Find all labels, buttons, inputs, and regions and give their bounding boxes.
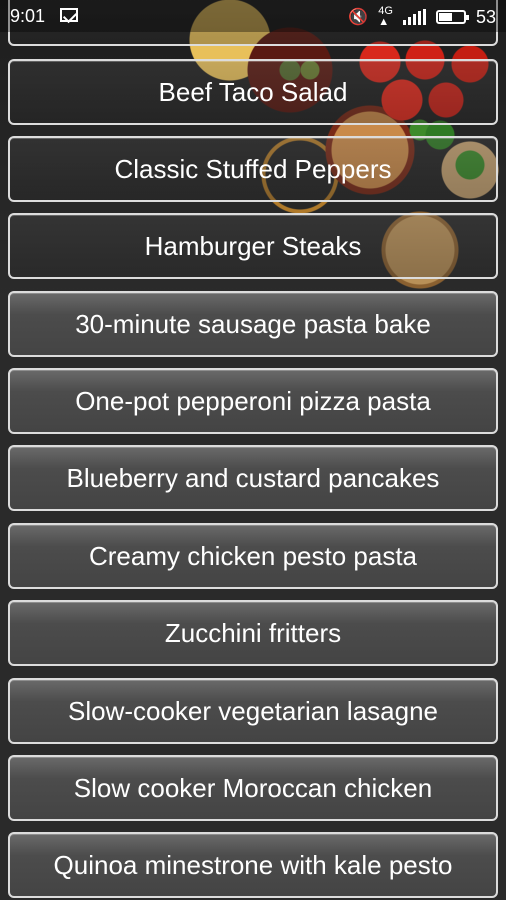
battery-icon — [435, 10, 469, 24]
recipe-item-zucchini-fritters[interactable]: Zucchini fritters — [8, 600, 498, 666]
signal-4g-icon: 4G ▲ — [378, 5, 393, 28]
recipe-item-hamburger-steaks[interactable]: Hamburger Steaks — [8, 213, 498, 279]
recipe-item-sausage-pasta-bake[interactable]: 30-minute sausage pasta bake — [8, 291, 498, 357]
mute-icon: 🔇 — [348, 9, 369, 26]
recipe-item-pepperoni-pizza-pasta[interactable]: One-pot pepperoni pizza pasta — [8, 368, 498, 434]
recipe-item-blueberry-custard-pancakes[interactable]: Blueberry and custard pancakes — [8, 445, 498, 511]
mail-icon — [60, 8, 78, 22]
recipe-item-moroccan-chicken[interactable]: Slow cooker Moroccan chicken — [8, 755, 498, 821]
recipe-item-vegetarian-lasagne[interactable]: Slow-cooker vegetarian lasagne — [8, 678, 498, 744]
battery-level: 53 — [475, 6, 496, 27]
battery-fill — [438, 13, 452, 21]
status-time: 9:01 — [10, 6, 46, 26]
recipe-item-chicken-pesto-pasta[interactable]: Creamy chicken pesto pasta — [8, 523, 498, 589]
status-bar: 9:01 🔇 4G ▲ 53 — [0, 0, 506, 32]
recipe-item-beef-taco-salad[interactable]: Beef Taco Salad — [8, 59, 498, 125]
status-icons: 🔇 4G ▲ 53 — [348, 6, 496, 28]
recipe-item-quinoa-minestrone[interactable]: Quinoa minestrone with kale pesto — [8, 832, 498, 898]
signal-bars-icon — [402, 9, 426, 25]
recipe-item-classic-stuffed-peppers[interactable]: Classic Stuffed Peppers — [8, 136, 498, 202]
